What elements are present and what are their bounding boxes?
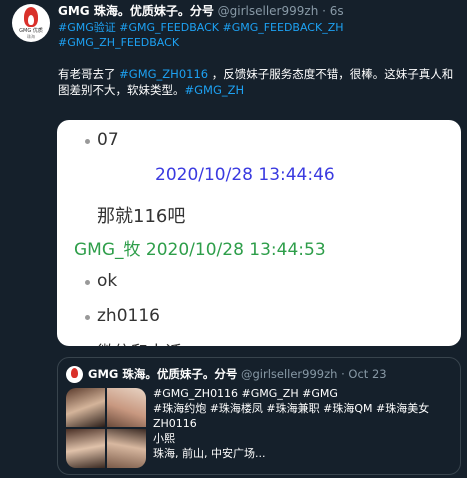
bullet-icon — [85, 315, 90, 320]
tweet-text-prefix: 有老哥去了 — [58, 67, 120, 81]
image-text-line: 07 — [97, 130, 119, 150]
quoted-text-line: ZH0116 — [153, 417, 197, 430]
handle[interactable]: @girlseller999zh — [218, 4, 319, 18]
tweet-text: 有老哥去了 #GMG_ZH0116 ，反馈妹子服务态度不错，很棒。这妹子真人和图… — [58, 66, 463, 98]
avatar-text-bottom: 珠海 — [27, 34, 35, 39]
quoted-text-line: #珠海约炮 #珠海楼凤 #珠海兼职 #珠海QM #珠海美女 — [153, 402, 430, 415]
quoted-display-name: GMG 珠海。优质妹子。分号 — [88, 367, 238, 381]
timestamp[interactable]: 6s — [330, 4, 344, 18]
image-text-line: 那就116吧 — [97, 206, 186, 227]
image-text-line: 微信和电话 — [97, 338, 182, 346]
image-sender-line: GMG_牧 2020/10/28 13:44:53 — [74, 240, 326, 260]
quoted-text: #GMG_ZH0116 #GMG_ZH #GMG #珠海约炮 #珠海楼凤 #珠海… — [153, 386, 458, 461]
quoted-thumbnail-grid — [66, 388, 146, 468]
image-timestamp: 2020/10/28 13:44:46 — [155, 165, 335, 185]
photo-thumbnail — [66, 388, 105, 427]
quoted-tweet[interactable]: GMG 珠海。优质妹子。分号 @girlseller999zh · Oct 23… — [57, 357, 461, 475]
quoted-handle: @girlseller999zh — [240, 367, 338, 381]
separator-dot: · — [322, 4, 326, 18]
image-text-line: zh0116 — [97, 306, 160, 326]
hashtag-link[interactable]: #GMG_ZH0116 — [119, 67, 208, 81]
quoted-avatar — [66, 366, 83, 383]
separator-dot: · — [341, 367, 345, 381]
hashtag-list[interactable]: #GMG验证 #GMG_FEEDBACK #GMG_FEEDBACK_ZH #G… — [58, 20, 458, 50]
quoted-text-line: 珠海, 前山, 中安广场... — [153, 447, 266, 460]
quoted-text-line: 小熙 — [153, 432, 175, 445]
photo-thumbnail — [107, 388, 146, 427]
bullet-icon — [85, 280, 90, 285]
display-name[interactable]: GMG 珠海。优质妹子。分号 — [58, 4, 214, 18]
hashtag-link[interactable]: #GMG_ZH — [185, 83, 245, 97]
photo-thumbnail — [66, 429, 105, 468]
flame-logo-icon — [71, 368, 78, 378]
tweet[interactable]: GMG 优质 珠海 GMG 珠海。优质妹子。分号 @girlseller999z… — [0, 0, 467, 478]
bullet-icon — [85, 139, 90, 144]
photo-thumbnail — [107, 429, 146, 468]
tweet-image[interactable]: 07 2020/10/28 13:44:46 那就116吧 GMG_牧 2020… — [57, 120, 461, 346]
quoted-header: GMG 珠海。优质妹子。分号 @girlseller999zh · Oct 23 — [88, 366, 387, 382]
quoted-text-line: #GMG_ZH0116 #GMG_ZH #GMG — [153, 387, 338, 400]
avatar[interactable]: GMG 优质 珠海 — [12, 4, 50, 42]
quoted-date: Oct 23 — [348, 367, 387, 381]
image-text-line: ok — [97, 271, 118, 291]
tweet-header: GMG 珠海。优质妹子。分号 @girlseller999zh · 6s — [58, 3, 344, 19]
